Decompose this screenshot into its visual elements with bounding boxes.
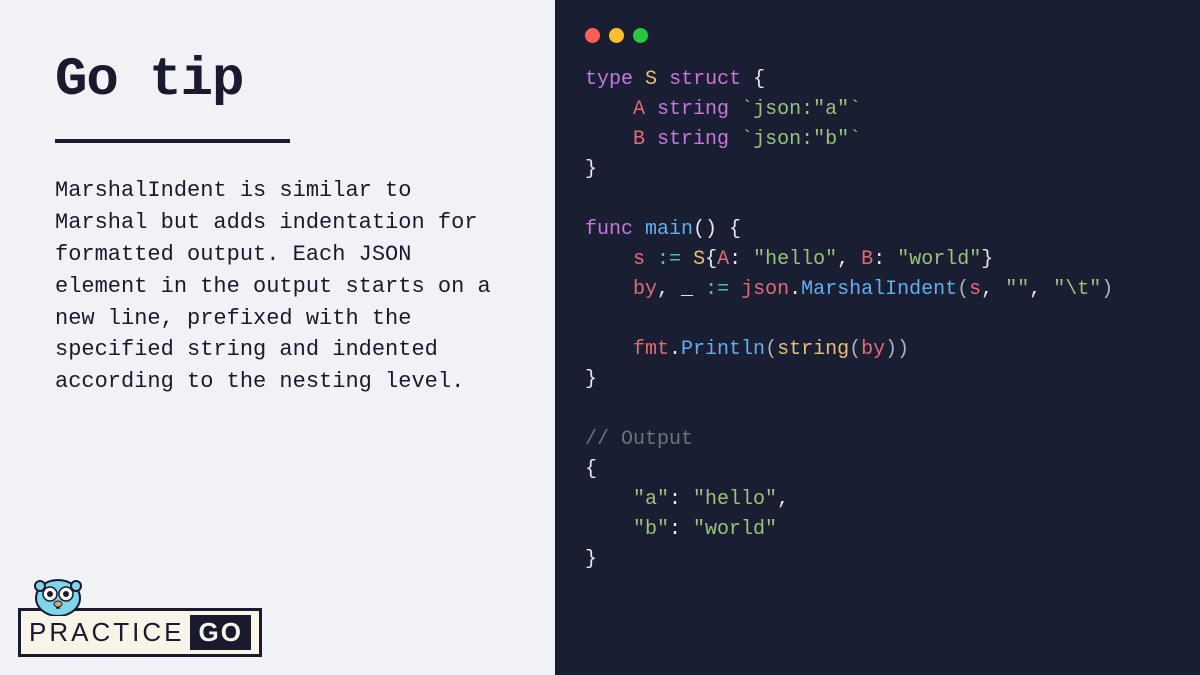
comma: ,: [657, 278, 681, 301]
paren: (: [765, 338, 777, 361]
dot: .: [789, 278, 801, 301]
json-tag-a: `json:"a"`: [741, 98, 861, 121]
brace: }: [981, 248, 993, 271]
paren: (: [849, 338, 861, 361]
comma: ,: [837, 248, 861, 271]
comma: ,: [777, 488, 789, 511]
arg-s: s: [969, 278, 981, 301]
func-marshal: MarshalIndent: [801, 278, 957, 301]
var-s: s: [633, 248, 645, 271]
gopher-icon: [28, 566, 88, 616]
field-b: B: [861, 248, 873, 271]
colon: :: [873, 248, 897, 271]
parens: () {: [693, 218, 741, 241]
type-string: string: [657, 98, 729, 121]
var-by: by: [633, 278, 657, 301]
colon: :: [729, 248, 753, 271]
type-string: string: [777, 338, 849, 361]
left-panel: Go tip MarshalIndent is similar to Marsh…: [0, 0, 555, 675]
field-b: B: [633, 128, 645, 151]
json-open: {: [585, 458, 597, 481]
minimize-dot-icon: [609, 28, 624, 43]
json-tag-b: `json:"b"`: [741, 128, 861, 151]
brace: {: [741, 68, 765, 91]
func-println: Println: [681, 338, 765, 361]
paren-close: )): [885, 338, 909, 361]
json-close: }: [585, 548, 597, 571]
comment-output: // Output: [585, 428, 693, 451]
func-main: main: [645, 218, 693, 241]
maximize-dot-icon: [633, 28, 648, 43]
kw-type: type: [585, 68, 633, 91]
str-world: "world": [897, 248, 981, 271]
title-divider: [55, 139, 290, 143]
close-brace: }: [585, 158, 597, 181]
json-val-world: "world": [693, 518, 777, 541]
colon: :: [669, 488, 693, 511]
op-assign: :=: [657, 248, 681, 271]
logo-practice-text: PRACTICE: [29, 617, 184, 648]
str-hello: "hello": [753, 248, 837, 271]
type-s: S: [693, 248, 705, 271]
code-panel: type S struct { A string `json:"a"` B st…: [555, 0, 1200, 675]
paren: (: [957, 278, 969, 301]
window-controls: [585, 28, 1170, 43]
comma: ,: [1029, 278, 1053, 301]
colon: :: [669, 518, 693, 541]
close-dot-icon: [585, 28, 600, 43]
logo-area: PRACTICE GO: [18, 566, 262, 657]
json-key-a: "a": [633, 488, 669, 511]
str-tab: "\t": [1053, 278, 1101, 301]
json-val-hello: "hello": [693, 488, 777, 511]
page-title: Go tip: [55, 50, 500, 111]
comma: ,: [981, 278, 1005, 301]
logo-go-text: GO: [190, 615, 250, 650]
str-empty: "": [1005, 278, 1029, 301]
code-block: type S struct { A string `json:"a"` B st…: [585, 65, 1170, 575]
kw-struct: struct: [669, 68, 741, 91]
json-key-b: "b": [633, 518, 669, 541]
description-text: MarshalIndent is similar to Marshal but …: [55, 175, 500, 398]
dot: .: [669, 338, 681, 361]
var-by: by: [861, 338, 885, 361]
op-assign: :=: [693, 278, 741, 301]
type-name: S: [645, 68, 657, 91]
underscore: _: [681, 278, 693, 301]
pkg-json: json: [741, 278, 789, 301]
field-a: A: [717, 248, 729, 271]
field-a: A: [633, 98, 645, 121]
paren: ): [1101, 278, 1113, 301]
close-brace: }: [585, 368, 597, 391]
kw-func: func: [585, 218, 633, 241]
pkg-fmt: fmt: [633, 338, 669, 361]
type-string: string: [657, 128, 729, 151]
brace: {: [705, 248, 717, 271]
